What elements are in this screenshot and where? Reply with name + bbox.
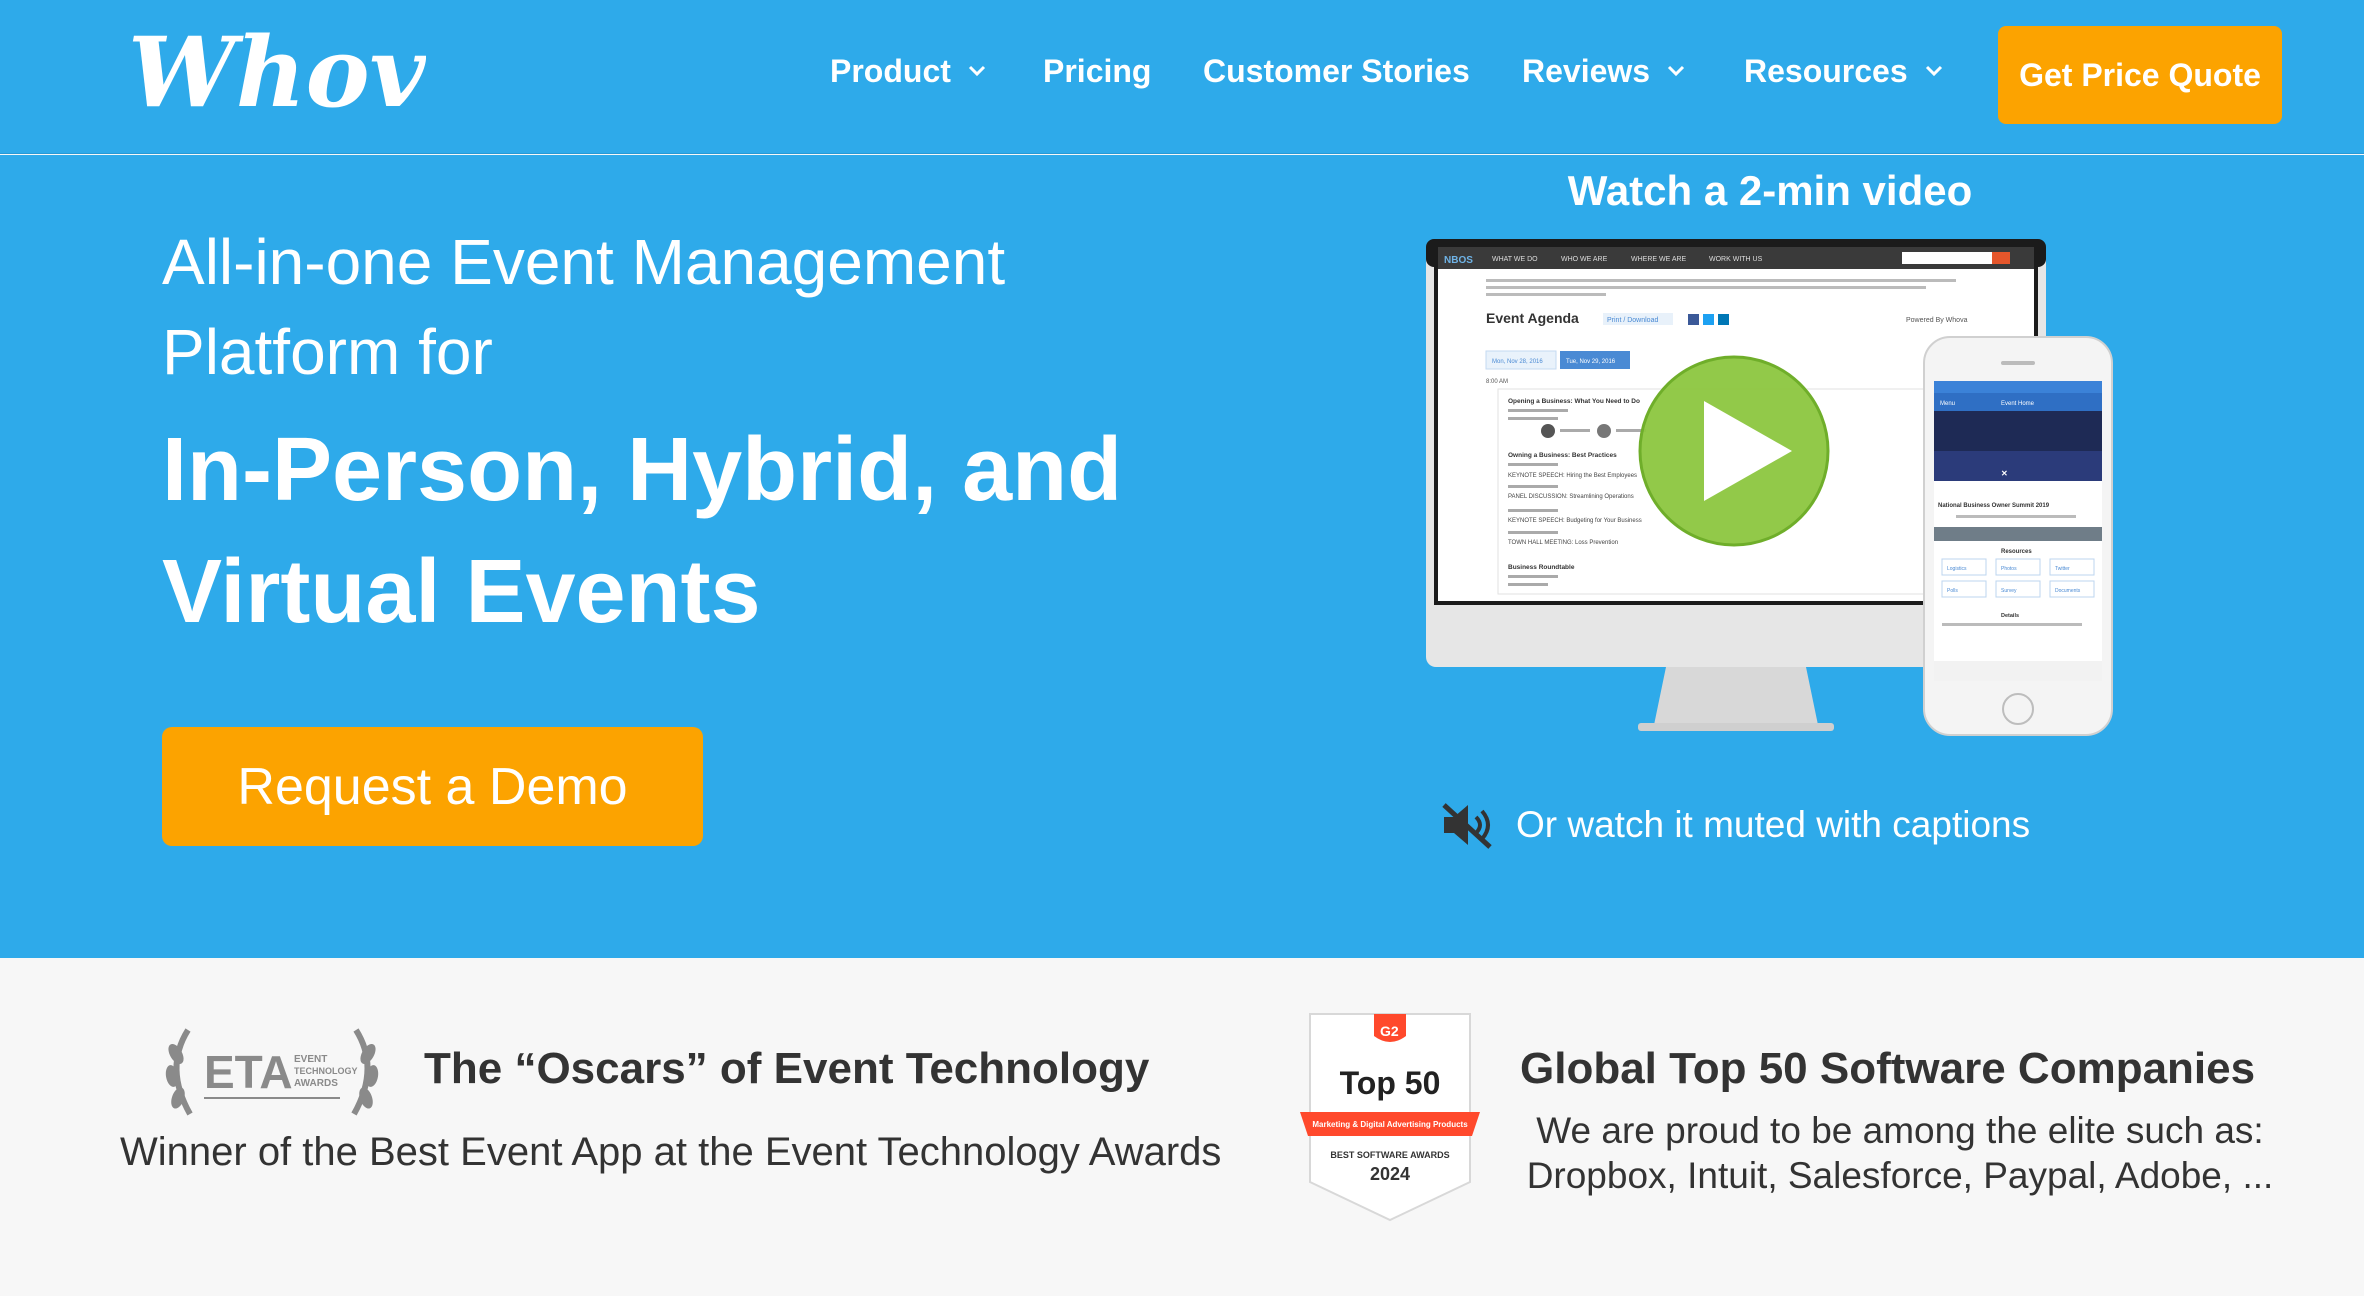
svg-text:ETA: ETA	[204, 1046, 293, 1098]
svg-text:AWARDS: AWARDS	[294, 1078, 338, 1089]
hero-subtitle-line1: All-in-one Event Management	[162, 226, 1006, 298]
svg-text:G2: G2	[1380, 1023, 1399, 1039]
svg-text:Tue, Nov 29, 2016: Tue, Nov 29, 2016	[1566, 359, 1616, 365]
top50-subtitle-line1: We are proud to be among the elite such …	[1536, 1110, 2264, 1151]
chevron-down-icon	[1668, 65, 1685, 77]
hero-section: All-in-one Event Management Platform for…	[0, 155, 2364, 958]
eta-awards-logo: ETA EVENT TECHNOLOGY AWARDS	[165, 1028, 379, 1116]
nav-reviews[interactable]: Reviews	[1522, 48, 1686, 94]
svg-text:KEYNOTE SPEECH: Budgeting for: KEYNOTE SPEECH: Budgeting for Your Busin…	[1508, 518, 1642, 524]
nav-product[interactable]: Product	[830, 48, 987, 94]
svg-text:Event Agenda: Event Agenda	[1486, 310, 1579, 326]
nav-resources-label: Resources	[1744, 52, 1908, 89]
svg-text:2024: 2024	[1370, 1164, 1410, 1184]
chevron-down-icon	[968, 65, 985, 77]
svg-text:Photos: Photos	[2001, 566, 2017, 572]
video-thumbnail[interactable]: NBOS WHAT WE DO WHO WE ARE WHERE WE ARE …	[1426, 239, 2126, 739]
request-demo-button[interactable]: Request a Demo	[162, 727, 703, 846]
watch-muted-label: Or watch it muted with captions	[1516, 804, 2031, 845]
svg-text:Top 50: Top 50	[1340, 1065, 1441, 1101]
svg-text:Event Home: Event Home	[2001, 401, 2035, 407]
svg-text:Marketing & Digital Advertisin: Marketing & Digital Advertising Products	[1312, 1120, 1468, 1129]
svg-text:Opening a Business: What You N: Opening a Business: What You Need to Do	[1508, 398, 1640, 405]
svg-text:Twitter: Twitter	[2055, 566, 2070, 572]
svg-text:Resources: Resources	[2001, 549, 2032, 555]
awards-section: ETA EVENT TECHNOLOGY AWARDS The “Oscars”…	[0, 958, 2364, 1296]
hero-subtitle: All-in-one Event Management Platform for	[162, 217, 1162, 397]
watch-muted-link[interactable]: Or watch it muted with captions	[1440, 795, 2030, 855]
nav-reviews-label: Reviews	[1522, 52, 1651, 89]
site-header: Whova Product Pricing Customer Stories R…	[0, 0, 2364, 154]
oscars-subtitle: Winner of the Best Event App at the Even…	[120, 1130, 1222, 1174]
whova-logo[interactable]: Whova	[126, 14, 426, 124]
get-price-quote-button[interactable]: Get Price Quote	[1998, 26, 2282, 124]
nav-customer-stories[interactable]: Customer Stories	[1203, 48, 1470, 94]
g2-top50-badge: G2 Top 50 Marketing & Digital Advertisin…	[1300, 1013, 1480, 1222]
speaker-muted-icon	[1442, 803, 1492, 849]
svg-text:Powered By Whova: Powered By Whova	[1906, 317, 1968, 324]
svg-text:Print / Download: Print / Download	[1607, 317, 1658, 324]
svg-text:TECHNOLOGY: TECHNOLOGY	[294, 1066, 358, 1076]
hero-title-line1: In-Person, Hybrid, and	[162, 420, 1123, 520]
svg-text:KEYNOTE SPEECH: Hiring the Bes: KEYNOTE SPEECH: Hiring the Best Employee…	[1508, 473, 1637, 479]
svg-text:NBOS: NBOS	[1444, 255, 1473, 266]
nav-product-label: Product	[830, 52, 951, 89]
svg-text:Polls: Polls	[1947, 588, 1958, 594]
svg-text:EVENT: EVENT	[294, 1054, 327, 1065]
nav-customer-stories-label: Customer Stories	[1203, 52, 1470, 89]
svg-text:WHERE WE ARE: WHERE WE ARE	[1631, 256, 1687, 263]
nav-pricing-label: Pricing	[1043, 52, 1152, 89]
video-title: Watch a 2-min video	[1567, 167, 1973, 214]
svg-text:BEST SOFTWARE AWARDS: BEST SOFTWARE AWARDS	[1330, 1150, 1449, 1160]
svg-text:8:00 AM: 8:00 AM	[1486, 379, 1508, 385]
svg-text:Logistics: Logistics	[1947, 566, 1967, 572]
svg-text:Menu: Menu	[1940, 401, 1955, 407]
hero-title: In-Person, Hybrid, and Virtual Events	[162, 409, 1212, 653]
svg-text:Owning a Business: Best Practi: Owning a Business: Best Practices	[1508, 452, 1617, 459]
svg-text:National Business Owner Summit: National Business Owner Summit 2019	[1938, 503, 2050, 509]
oscars-title: The “Oscars” of Event Technology	[424, 1044, 1150, 1093]
svg-text:PANEL DISCUSSION: Streamlining: PANEL DISCUSSION: Streamlining Operation…	[1508, 494, 1634, 500]
svg-text:WORK WITH US: WORK WITH US	[1709, 256, 1763, 263]
svg-text:Documents: Documents	[2055, 588, 2081, 594]
svg-text:WHAT WE DO: WHAT WE DO	[1492, 256, 1538, 263]
svg-text:Whova: Whova	[128, 16, 426, 124]
svg-text:WHO WE ARE: WHO WE ARE	[1561, 256, 1608, 263]
top50-subtitle: We are proud to be among the elite such …	[1520, 1108, 2280, 1198]
top50-subtitle-line2: Dropbox, Intuit, Salesforce, Paypal, Ado…	[1526, 1155, 2274, 1196]
nav-pricing[interactable]: Pricing	[1043, 48, 1151, 94]
hero-title-line2: Virtual Events	[162, 542, 761, 642]
svg-text:Mon, Nov 28, 2016: Mon, Nov 28, 2016	[1492, 359, 1543, 365]
chevron-down-icon	[1925, 65, 1942, 77]
svg-text:Survey: Survey	[2001, 588, 2017, 594]
svg-text:✕: ✕	[2001, 469, 2008, 478]
hero-subtitle-line2: Platform for	[162, 316, 493, 388]
svg-text:Details: Details	[2001, 613, 2019, 619]
svg-text:Business Roundtable: Business Roundtable	[1508, 564, 1575, 571]
top50-title: Global Top 50 Software Companies	[1520, 1044, 2256, 1093]
nav-resources[interactable]: Resources	[1744, 48, 1944, 94]
play-video-button[interactable]	[1638, 355, 1830, 547]
phone-mockup: Menu Event Home ✕ National Business Owne…	[1923, 336, 2113, 736]
svg-text:TOWN HALL MEETING: Loss Preven: TOWN HALL MEETING: Loss Prevention	[1508, 540, 1618, 546]
